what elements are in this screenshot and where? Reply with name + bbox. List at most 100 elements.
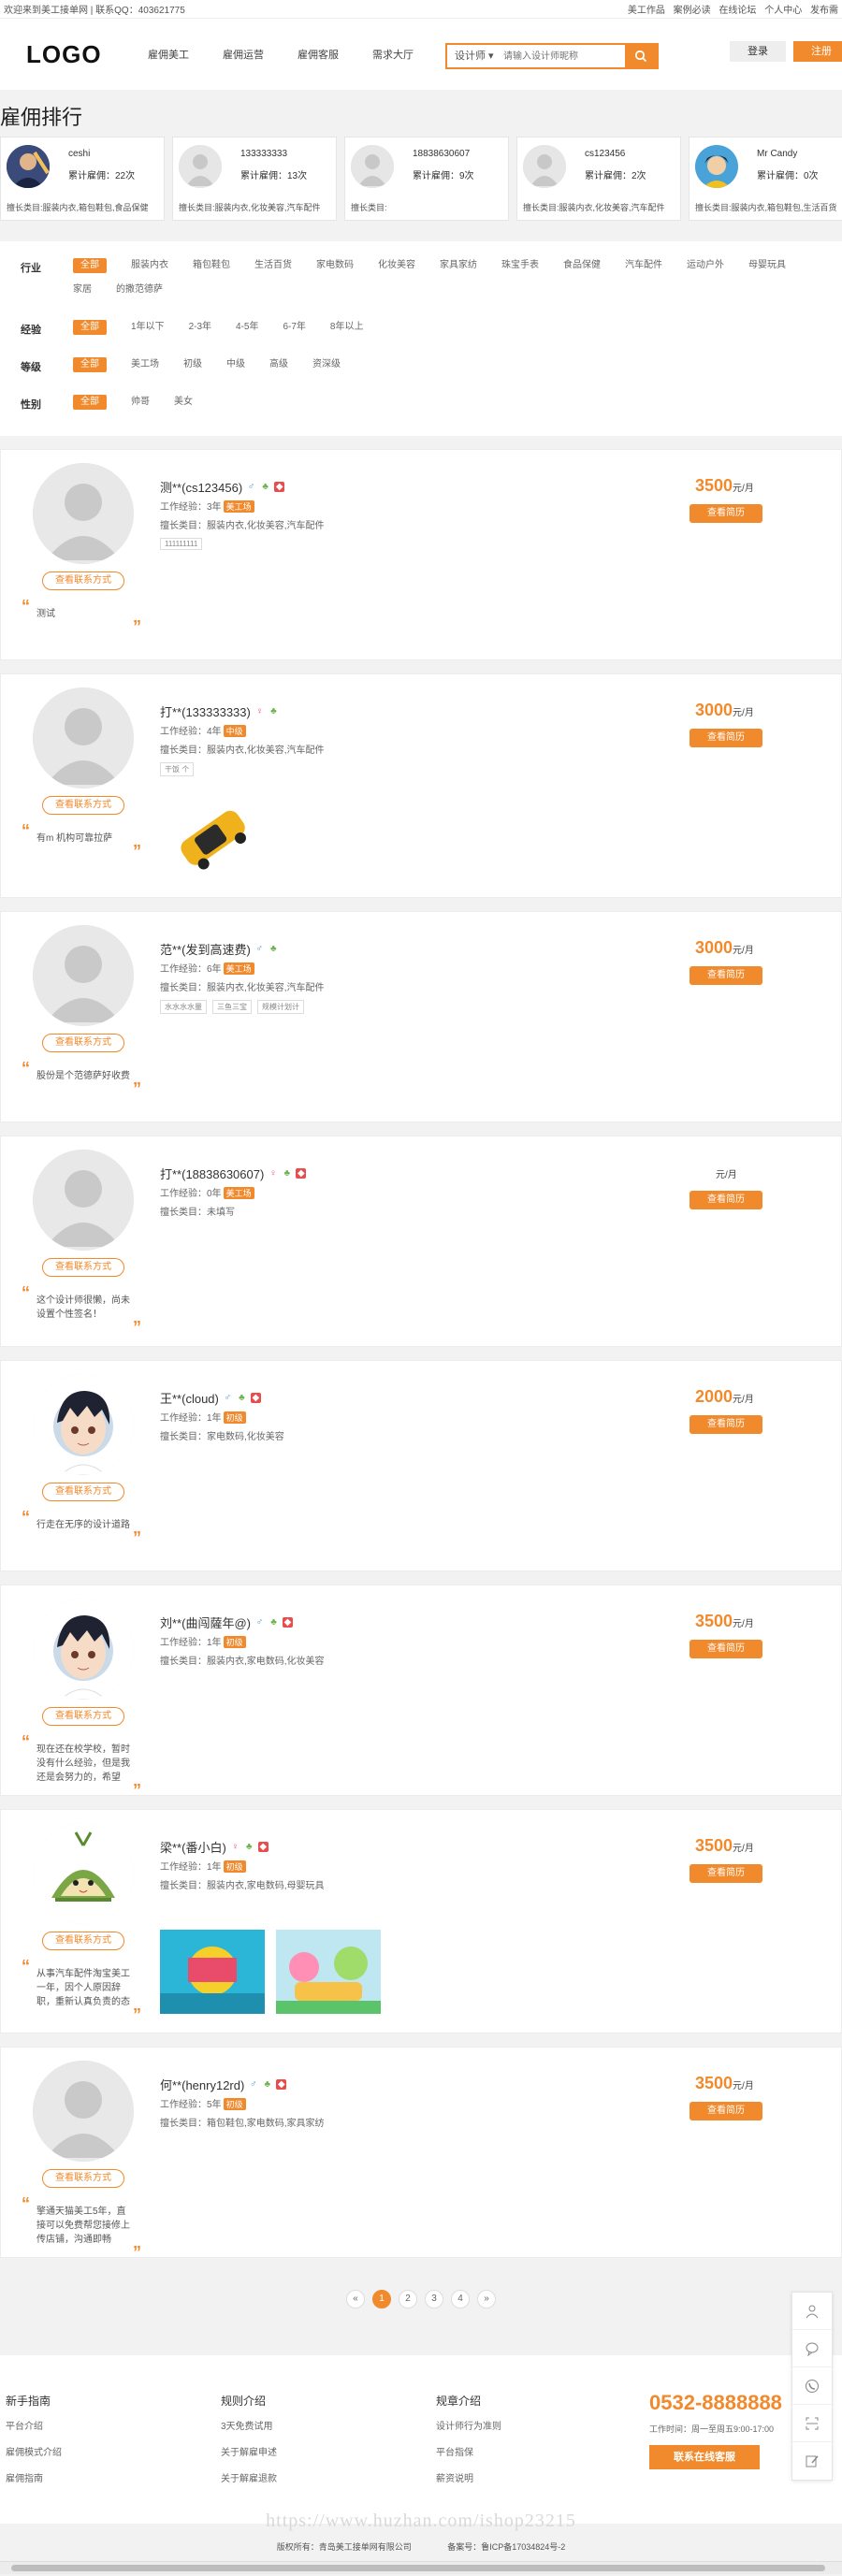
contact-button[interactable]: 查看联系方式 <box>42 1034 124 1052</box>
scrollbar-thumb[interactable] <box>11 2565 825 2571</box>
filter-option[interactable]: 运动户外 <box>687 258 724 273</box>
work-thumbnail[interactable] <box>160 794 265 878</box>
view-resume-button[interactable]: 查看简历 <box>690 2102 762 2120</box>
hire-card[interactable]: ceshi 累计雇佣：22次 擅长类目:服装内衣,箱包鞋包,食品保健 <box>0 137 165 221</box>
designer-name[interactable]: 打**(18838630607) <box>160 1165 264 1182</box>
filter-option[interactable]: 8年以上 <box>330 320 364 335</box>
page-3[interactable]: 3 <box>425 2290 443 2308</box>
view-resume-button[interactable]: 查看简历 <box>690 729 762 747</box>
designer-name[interactable]: 梁**(番小白) <box>160 1838 226 1856</box>
nav-hire-operation[interactable]: 雇佣运营 <box>223 47 264 62</box>
scan-icon[interactable] <box>792 2405 832 2442</box>
filter-option[interactable]: 服装内衣 <box>131 258 168 273</box>
view-resume-button[interactable]: 查看简历 <box>690 1191 762 1209</box>
filter-option[interactable]: 6-7年 <box>283 320 305 335</box>
footer-link[interactable]: 平台指保 <box>436 2444 501 2458</box>
filter-option[interactable]: 高级 <box>269 357 288 372</box>
filter-option[interactable]: 化妆美容 <box>378 258 415 273</box>
contact-button[interactable]: 查看联系方式 <box>42 796 124 815</box>
search-button[interactable] <box>625 45 657 67</box>
footer-link[interactable]: 平台介绍 <box>6 2418 62 2432</box>
avatar[interactable] <box>33 2061 134 2162</box>
nav-hire-designer[interactable]: 雇佣美工 <box>148 47 189 62</box>
page-4[interactable]: 4 <box>451 2290 470 2308</box>
filter-option[interactable]: 4-5年 <box>236 320 258 335</box>
online-service-button[interactable]: 联系在线客服 <box>649 2445 760 2469</box>
register-button[interactable]: 注册 <box>793 41 842 62</box>
designer-name[interactable]: 王**(cloud) <box>160 1389 219 1407</box>
footer-link[interactable]: 雇佣模式介绍 <box>6 2444 62 2458</box>
contact-button[interactable]: 查看联系方式 <box>42 572 124 590</box>
hire-card[interactable]: Mr Candy 累计雇佣：0次 擅长类目:服装内衣,箱包鞋包,生活百货 <box>689 137 842 221</box>
top-link-works[interactable]: 美工作品 <box>628 6 665 16</box>
filter-option[interactable]: 全部 <box>73 357 107 372</box>
filter-option[interactable]: 生活百货 <box>254 258 292 273</box>
footer-link[interactable]: 设计师行为准则 <box>436 2418 501 2432</box>
filter-option[interactable]: 家具家纺 <box>440 258 477 273</box>
search-type-select[interactable]: 设计师 ▾ <box>447 45 503 67</box>
designer-name[interactable]: 何**(henry12rd) <box>160 2076 244 2093</box>
footer-link[interactable]: 薪资说明 <box>436 2470 501 2484</box>
filter-option[interactable]: 家电数码 <box>316 258 354 273</box>
top-link-user[interactable]: 个人中心 <box>764 6 802 16</box>
horizontal-scrollbar[interactable] <box>0 2561 842 2574</box>
designer-name[interactable]: 测**(cs123456) <box>160 478 242 496</box>
filter-option[interactable]: 2-3年 <box>189 320 211 335</box>
nav-hire-service[interactable]: 雇佣客服 <box>298 47 339 62</box>
avatar[interactable] <box>33 1150 134 1251</box>
filter-option[interactable]: 箱包鞋包 <box>193 258 230 273</box>
filter-option[interactable]: 母婴玩具 <box>748 258 786 273</box>
designer-name[interactable]: 范**(发到高速费) <box>160 940 251 958</box>
top-link-publish[interactable]: 发布需 <box>810 6 838 16</box>
filter-option[interactable]: 资深级 <box>312 357 341 372</box>
page-prev[interactable]: « <box>346 2290 365 2308</box>
filter-option[interactable]: 家居 <box>73 282 92 297</box>
contact-button[interactable]: 查看联系方式 <box>42 1483 124 1501</box>
avatar[interactable] <box>33 925 134 1026</box>
page-next[interactable]: » <box>477 2290 496 2308</box>
filter-option[interactable]: 美工场 <box>131 357 159 372</box>
filter-option[interactable]: 中级 <box>226 357 245 372</box>
hire-card[interactable]: cs123456 累计雇佣：2次 擅长类目:服装内衣,化妆美容,汽车配件 <box>516 137 681 221</box>
top-link-guide[interactable]: 案例必读 <box>674 6 711 16</box>
phone-icon[interactable] <box>792 2367 832 2405</box>
designer-name[interactable]: 刘**(曲闯薩年@) <box>160 1614 251 1631</box>
top-link-forum[interactable]: 在线论坛 <box>719 6 756 16</box>
page-2[interactable]: 2 <box>399 2290 417 2308</box>
filter-option[interactable]: 帅哥 <box>131 395 150 410</box>
view-resume-button[interactable]: 查看简历 <box>690 1415 762 1434</box>
work-thumbnail[interactable] <box>160 1930 265 2014</box>
filter-option[interactable]: 美女 <box>174 395 193 410</box>
view-resume-button[interactable]: 查看简历 <box>690 504 762 523</box>
filter-option[interactable]: 全部 <box>73 258 107 273</box>
chat-icon[interactable] <box>792 2330 832 2367</box>
footer-link[interactable]: 关于解雇退款 <box>221 2470 277 2484</box>
avatar[interactable] <box>33 1823 134 1924</box>
avatar[interactable] <box>33 1374 134 1475</box>
work-thumbnail[interactable] <box>276 1930 381 2014</box>
avatar[interactable] <box>33 687 134 789</box>
filter-option[interactable]: 的撒范德萨 <box>116 282 163 297</box>
filter-option[interactable]: 全部 <box>73 320 107 335</box>
contact-button[interactable]: 查看联系方式 <box>42 2169 124 2188</box>
view-resume-button[interactable]: 查看简历 <box>690 1640 762 1658</box>
contact-button[interactable]: 查看联系方式 <box>42 1932 124 1950</box>
contact-button[interactable]: 查看联系方式 <box>42 1707 124 1726</box>
page-1[interactable]: 1 <box>372 2290 391 2308</box>
edit-icon[interactable] <box>792 2442 832 2480</box>
login-button[interactable]: 登录 <box>730 41 786 62</box>
footer-link[interactable]: 3天免费试用 <box>221 2418 277 2432</box>
designer-name[interactable]: 打**(133333333) <box>160 702 251 720</box>
search-input[interactable] <box>503 45 625 67</box>
filter-option[interactable]: 珠宝手表 <box>501 258 539 273</box>
footer-link[interactable]: 雇佣指南 <box>6 2470 62 2484</box>
filter-option[interactable]: 食品保健 <box>563 258 601 273</box>
nav-demand-hall[interactable]: 需求大厅 <box>372 47 414 62</box>
avatar[interactable] <box>33 463 134 564</box>
filter-option[interactable]: 全部 <box>73 395 107 410</box>
hire-card[interactable]: 18838630607 累计雇佣：9次 擅长类目: <box>344 137 509 221</box>
hire-card[interactable]: 133333333 累计雇佣：13次 擅长类目:服装内衣,化妆美容,汽车配件 <box>172 137 337 221</box>
view-resume-button[interactable]: 查看简历 <box>690 966 762 985</box>
contact-button[interactable]: 查看联系方式 <box>42 1258 124 1277</box>
logo[interactable]: LOGO <box>26 40 148 69</box>
